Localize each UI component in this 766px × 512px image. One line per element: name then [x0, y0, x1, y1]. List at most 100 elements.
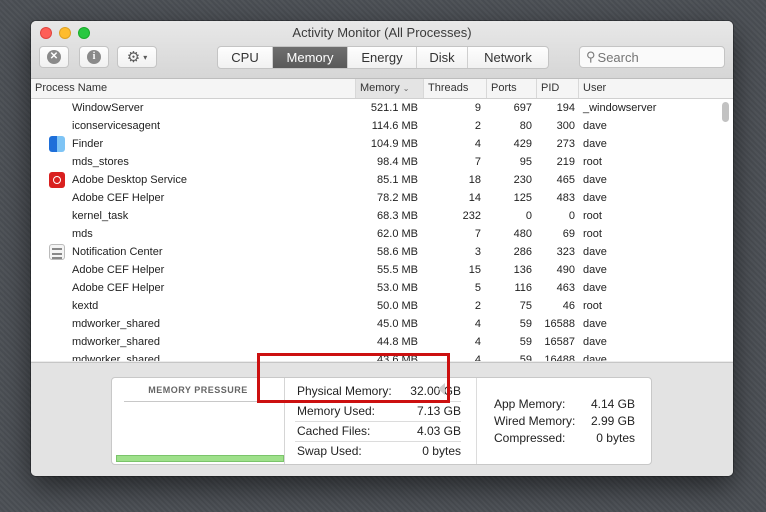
cell-ports: 0	[525, 210, 532, 222]
column-header-user[interactable]: User	[579, 79, 733, 98]
table-row[interactable]: mds_stores 98.4 MB 7 95 219 root	[31, 153, 721, 171]
process-table: WindowServer 521.1 MB 9 697 194 _windowserver…	[31, 99, 733, 361]
memory-summary-area: MEMORY PRESSURE Physical Memory: 32.00 G…	[31, 362, 733, 476]
table-row[interactable]: Adobe CEF Helper 53.0 MB 5 116 463 dave	[31, 279, 721, 297]
expand-arrow-icon	[438, 383, 445, 395]
cell-pid: 483	[556, 192, 575, 204]
table-row[interactable]: mdworker_shared 45.0 MB 4 59 16588 dave	[31, 315, 721, 333]
window-title: Activity Monitor (All Processes)	[292, 25, 472, 40]
app-memory-stat: App Memory: 4.14 GB	[494, 395, 635, 413]
cell-pid: 16587	[544, 336, 575, 348]
notification-center-icon	[49, 244, 65, 260]
cell-memory: 114.6 MB	[371, 120, 418, 132]
cell-ports: 80	[519, 120, 532, 132]
tab-disk[interactable]: Disk	[417, 47, 468, 68]
tab-cpu[interactable]: CPU	[218, 47, 273, 68]
cell-name: mds	[72, 228, 93, 240]
cell-memory: 68.3 MB	[377, 210, 418, 222]
cell-pid: 465	[556, 174, 575, 186]
cell-memory: 44.8 MB	[377, 336, 418, 348]
table-row[interactable]: mds 62.0 MB 7 480 69 root	[31, 225, 721, 243]
sort-descending-icon: ⌄	[402, 84, 410, 93]
cell-ports: 286	[513, 246, 532, 258]
cell-user: root	[583, 300, 602, 312]
cell-threads: 7	[474, 156, 481, 168]
action-menu-button[interactable]: ⚙ ▾	[117, 46, 157, 68]
cell-threads: 5	[474, 282, 481, 294]
cell-threads: 4	[474, 354, 481, 361]
table-row[interactable]: iconservicesagent 114.6 MB 2 80 300 dave	[31, 117, 721, 135]
swap-used-value: 0 bytes	[422, 444, 461, 458]
cell-name: kextd	[72, 300, 99, 312]
cell-user: dave	[583, 246, 607, 258]
cell-threads: 4	[474, 138, 481, 150]
table-row[interactable]: mdworker_shared 44.8 MB 4 59 16587 dave	[31, 333, 721, 351]
tab-energy[interactable]: Energy	[348, 47, 417, 68]
search-field[interactable]: ⚲	[579, 46, 725, 68]
search-icon: ⚲	[586, 49, 596, 64]
compressed-label: Compressed:	[494, 431, 566, 445]
cell-pid: 219	[556, 156, 575, 168]
vertical-scrollbar[interactable]	[722, 102, 729, 122]
tab-bar: CPU Memory Energy Disk Network	[217, 46, 549, 69]
cell-name: Adobe CEF Helper	[72, 264, 165, 276]
cell-memory: 43.6 MB	[377, 354, 418, 361]
cell-threads: 2	[474, 300, 481, 312]
tab-memory[interactable]: Memory	[273, 47, 348, 68]
cell-user: root	[583, 210, 602, 222]
wired-memory-stat: Wired Memory: 2.99 GB	[494, 412, 635, 430]
cached-files-stat: Cached Files: 4.03 GB	[297, 422, 461, 440]
cell-pid: 46	[562, 300, 575, 312]
cell-name: Adobe CEF Helper	[72, 192, 165, 204]
table-row[interactable]: Adobe CEF Helper 78.2 MB 14 125 483 dave	[31, 189, 721, 207]
swap-used-stat: Swap Used: 0 bytes	[297, 442, 461, 460]
cell-user: dave	[583, 336, 607, 348]
cached-files-label: Cached Files:	[297, 424, 371, 438]
table-row[interactable]: WindowServer 521.1 MB 9 697 194 _windowserver	[31, 99, 721, 117]
cell-memory: 58.6 MB	[377, 246, 418, 258]
physical-memory-value: 32.00 GB	[410, 384, 461, 398]
memory-pressure-bar	[116, 455, 284, 462]
column-header-pid[interactable]: PID	[537, 79, 579, 98]
cell-user: dave	[583, 120, 607, 132]
column-header-memory[interactable]: Memory ⌄	[356, 79, 424, 98]
cell-memory: 62.0 MB	[377, 228, 418, 240]
stop-process-button[interactable]: ✕	[39, 46, 69, 68]
cell-name: Adobe CEF Helper	[72, 282, 165, 294]
column-header-memory-label: Memory	[360, 82, 400, 94]
search-input[interactable]	[595, 49, 718, 65]
tab-network[interactable]: Network	[468, 47, 548, 68]
column-header-threads[interactable]: Threads	[424, 79, 487, 98]
app-memory-value: 4.14 GB	[590, 397, 635, 411]
cell-threads: 232	[462, 210, 481, 222]
cell-user: dave	[583, 318, 607, 330]
cell-pid: 0	[568, 210, 575, 222]
inspect-process-button[interactable]: i	[79, 46, 109, 68]
physical-memory-label: Physical Memory:	[297, 384, 392, 398]
cell-threads: 4	[474, 336, 481, 348]
cell-threads: 4	[474, 318, 481, 330]
cell-ports: 136	[513, 264, 532, 276]
column-header-ports[interactable]: Ports	[487, 79, 537, 98]
cell-pid: 490	[556, 264, 575, 276]
table-row[interactable]: kernel_task 68.3 MB 232 0 0 root	[31, 207, 721, 225]
cell-user: _windowserver	[583, 102, 657, 114]
cell-memory: 78.2 MB	[377, 192, 418, 204]
table-row[interactable]: Notification Center 58.6 MB 3 286 323 dave	[31, 243, 721, 261]
wired-memory-value: 2.99 GB	[590, 414, 635, 428]
column-header-process-name[interactable]: Process Name	[31, 79, 356, 98]
table-row[interactable]: Adobe Desktop Service 85.1 MB 18 230 465 dave	[31, 171, 721, 189]
cell-ports: 95	[519, 156, 532, 168]
app-memory-label: App Memory:	[494, 397, 566, 411]
table-row[interactable]: Adobe CEF Helper 55.5 MB 15 136 490 dave	[31, 261, 721, 279]
cell-name: iconservicesagent	[72, 120, 161, 132]
table-row[interactable]: kextd 50.0 MB 2 75 46 root	[31, 297, 721, 315]
table-row[interactable]: mdworker_shared 43.6 MB 4 59 16488 dave	[31, 351, 721, 361]
cell-name: mdworker_shared	[72, 336, 161, 348]
cell-pid: 463	[556, 282, 575, 294]
cell-name: Adobe Desktop Service	[72, 174, 187, 186]
table-row[interactable]: Finder 104.9 MB 4 429 273 dave	[31, 135, 721, 153]
compressed-value: 0 bytes	[596, 431, 635, 445]
cell-ports: 125	[513, 192, 532, 204]
cell-user: dave	[583, 174, 607, 186]
